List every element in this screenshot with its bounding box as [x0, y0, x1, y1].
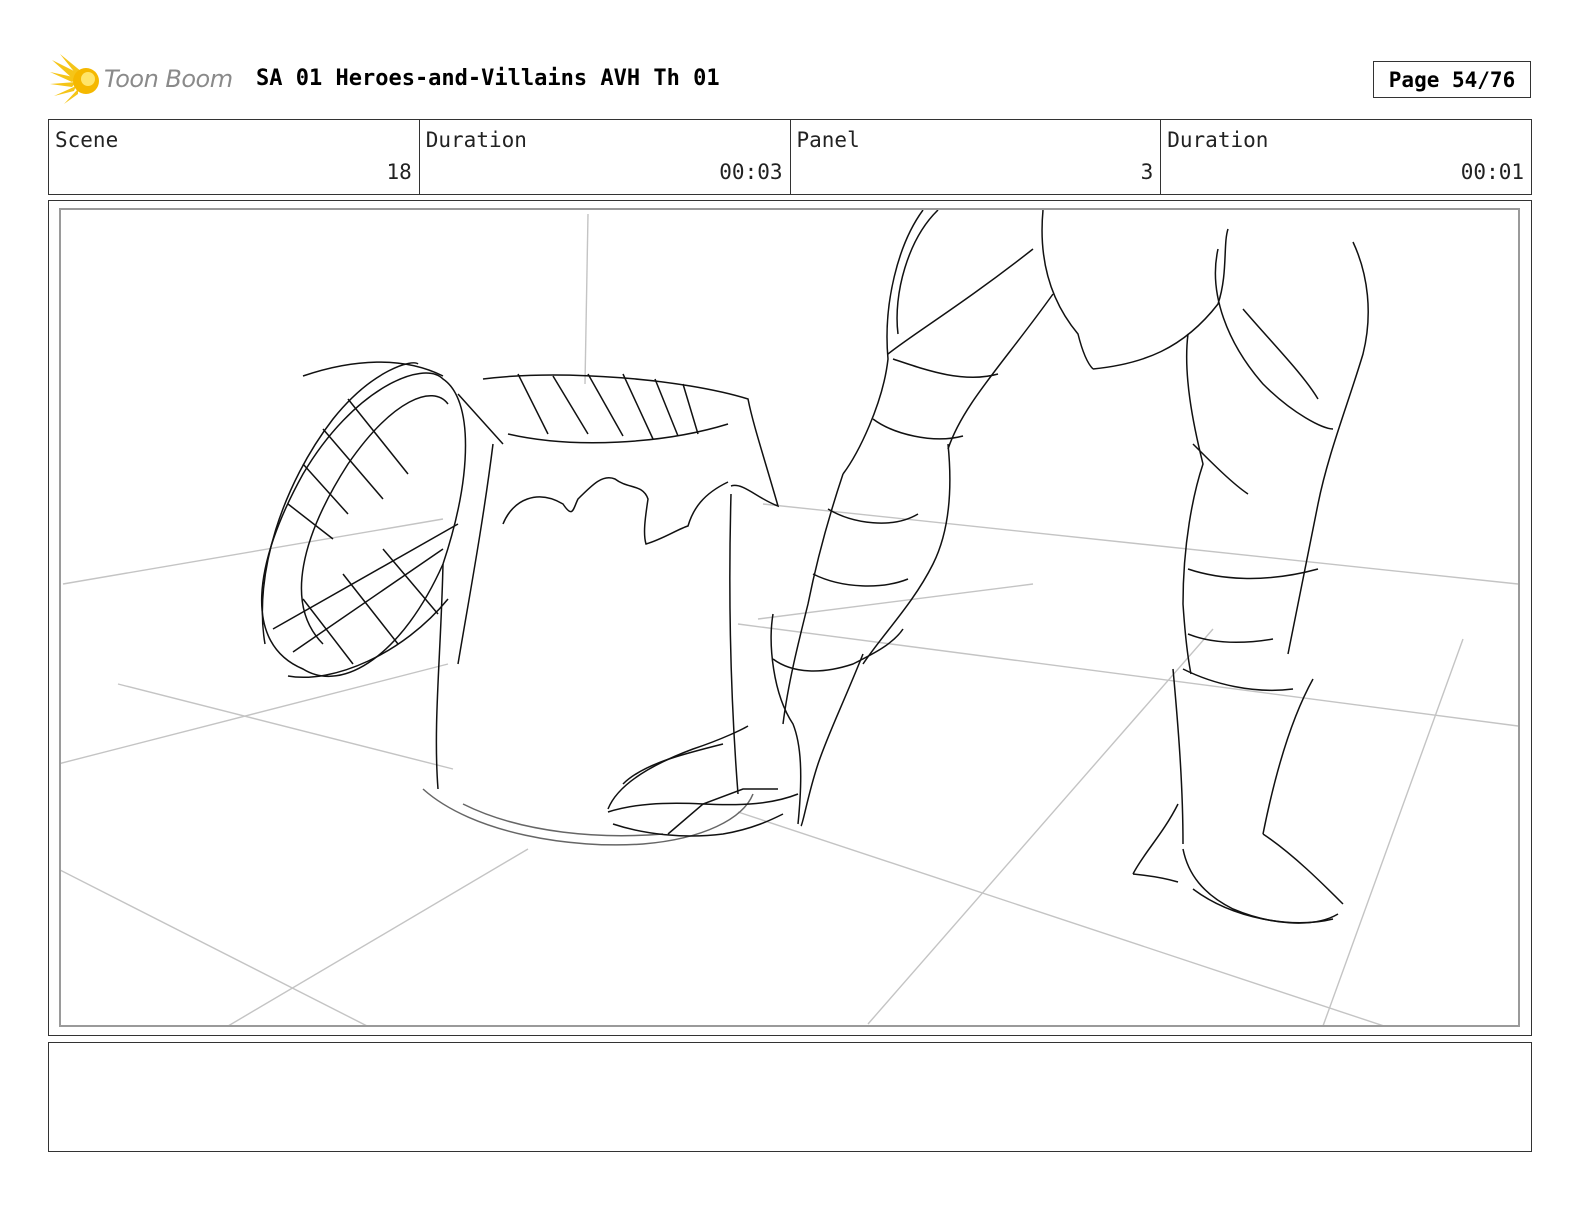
info-row: Scene 18 Duration 00:03 Panel 3 Duration…: [48, 119, 1532, 195]
sketch-drawing: [61, 210, 1518, 1025]
scene-value: 18: [386, 160, 412, 184]
notes-box: [48, 1042, 1532, 1152]
hand-brush: [607, 613, 904, 837]
panel-cell: Panel 3: [791, 120, 1162, 194]
scene-cell: Scene 18: [49, 120, 420, 194]
document-title: SA 01 Heroes-and-Villains AVH Th 01: [256, 66, 720, 91]
scene-duration-label: Duration: [425, 128, 527, 152]
scene-duration-cell: Duration 00:03: [420, 120, 791, 194]
toon-boom-logo: Toon Boom: [50, 52, 240, 108]
floor-grid: [61, 213, 1518, 1025]
logo-wordmark: Toon Boom: [104, 65, 233, 93]
scene-duration-value: 00:03: [719, 160, 783, 184]
right-leg: [1092, 228, 1369, 924]
panel-value: 3: [1140, 160, 1154, 184]
scene-label: Scene: [55, 128, 119, 152]
left-leg: [782, 210, 1094, 827]
panel-duration-value: 00:01: [1460, 160, 1524, 184]
panel-label: Panel: [796, 128, 860, 152]
panel-duration-cell: Duration 00:01: [1161, 120, 1531, 194]
storyboard-panel: [48, 200, 1532, 1036]
starburst-icon: [50, 54, 99, 104]
panel-frame: [59, 208, 1520, 1027]
panel-duration-label: Duration: [1167, 128, 1269, 152]
page-indicator: Page 54/76: [1373, 61, 1531, 98]
paint-can: [422, 373, 780, 846]
